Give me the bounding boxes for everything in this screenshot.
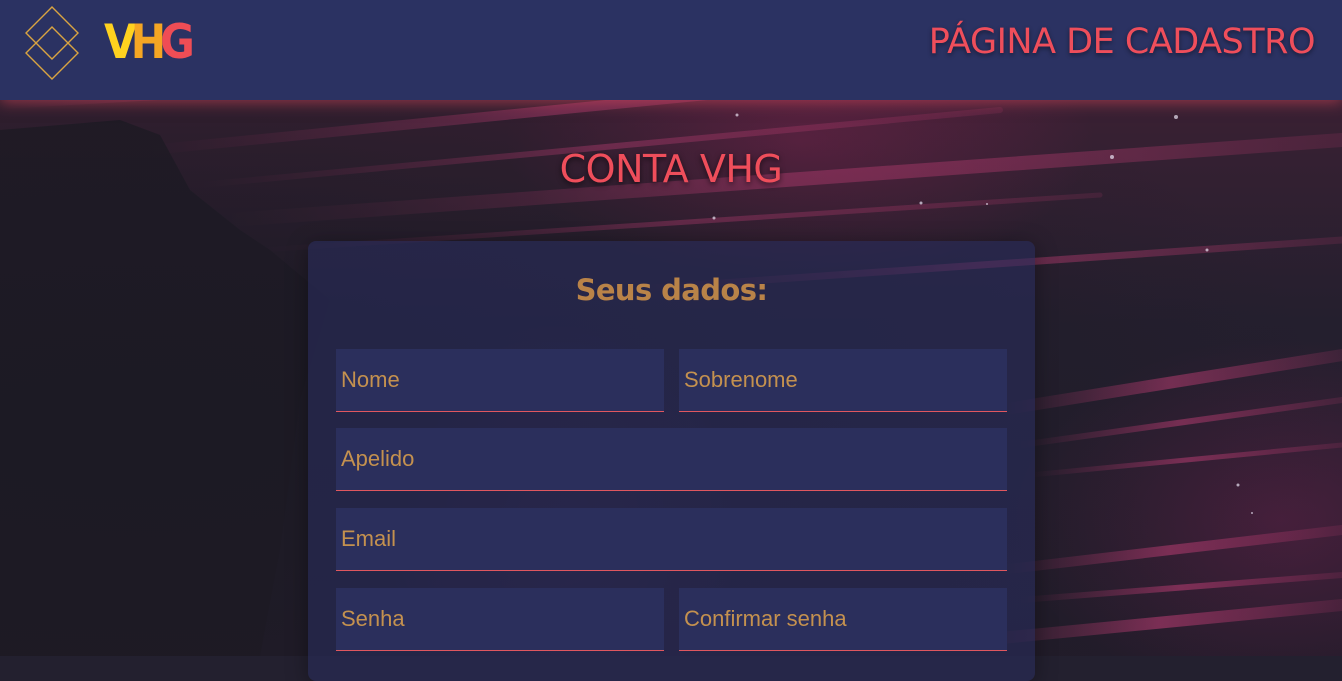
brand-logo[interactable]: VHG xyxy=(104,15,195,70)
last-name-input[interactable] xyxy=(679,349,1007,412)
nickname-input[interactable] xyxy=(336,428,1007,491)
double-diamond-icon[interactable] xyxy=(24,6,82,80)
form-heading: Seus dados: xyxy=(575,273,768,307)
first-name-input[interactable] xyxy=(336,349,664,412)
password-input[interactable] xyxy=(336,588,664,651)
email-input[interactable] xyxy=(336,508,1007,571)
page-title: CONTA VHG xyxy=(559,147,783,191)
registration-form-card: Seus dados: xyxy=(308,241,1035,681)
brand-letter-g: G xyxy=(160,15,195,70)
brand-letter-v: V xyxy=(104,15,137,70)
top-header: VHG PÁGINA DE CADASTRO xyxy=(0,0,1342,100)
confirm-password-input[interactable] xyxy=(679,588,1007,651)
page-heading: PÁGINA DE CADASTRO xyxy=(928,22,1316,62)
brand-letter-h: H xyxy=(130,15,166,70)
